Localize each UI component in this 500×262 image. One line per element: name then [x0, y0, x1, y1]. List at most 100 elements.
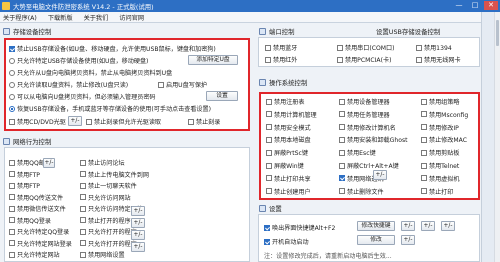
add-specific-usb-button[interactable]: 添加特定U盘 [188, 55, 238, 65]
os-option[interactable]: 屏蔽Win键 [266, 161, 304, 170]
storage-option-password[interactable]: 可以从电脑向U盘拷贝资料，但必须输入管理员密码 [9, 92, 156, 101]
change-hotkey-button[interactable]: 修改快捷键 [357, 221, 395, 231]
network-option[interactable]: 禁用网络设置 [80, 250, 125, 259]
storage-settings-button[interactable]: 设置 [206, 91, 238, 101]
checkbox[interactable] [266, 175, 272, 182]
checkbox[interactable] [266, 188, 272, 195]
checkbox[interactable] [339, 175, 345, 182]
network-option[interactable]: 只允许打开的程序 [80, 227, 137, 236]
checkbox[interactable] [80, 182, 86, 189]
os-option[interactable]: 禁用Telnet [421, 161, 459, 170]
minimize-button[interactable]: — [452, 1, 466, 10]
os-option[interactable]: 禁用设备管理器 [339, 97, 390, 106]
os-option[interactable]: 禁止创建用户 [266, 187, 311, 196]
checkbox[interactable] [421, 124, 427, 131]
menu-download[interactable]: 下载新版 [48, 13, 73, 22]
os-option[interactable]: 禁用安全模式 [266, 123, 311, 132]
os-option[interactable]: 禁用Msconfig [421, 110, 468, 119]
storage-option-copy-to-pc[interactable]: 只允许从U盘向电脑拷贝资料，禁止从电脑拷贝资料到U盘 [9, 68, 172, 77]
right-scroll-panel[interactable] [481, 12, 500, 262]
checkbox[interactable] [9, 228, 15, 235]
port-option[interactable]: 禁用PCMCIA(卡) [337, 55, 391, 64]
checkbox[interactable] [80, 217, 86, 223]
scrollbar[interactable] [494, 12, 500, 262]
checkbox[interactable] [421, 188, 427, 195]
port-option[interactable]: 禁用无线网卡 [416, 55, 461, 64]
storage-option-disable-usb[interactable]: 禁止USB存储设备(如U盘、移动硬盘，允许使用USB鼠标，键盘和加密狗) [9, 44, 216, 53]
storage-option-specific-usb[interactable]: 只允许特定USB存储设备使用(如U盘，移动硬盘) [9, 56, 148, 65]
checkbox[interactable] [9, 217, 15, 223]
checkbox[interactable] [9, 171, 15, 177]
network-option[interactable]: 禁止一切聊天软件 [80, 181, 137, 190]
os-option[interactable]: 禁用剪贴板 [421, 148, 459, 157]
os-option[interactable]: 禁用修改计算机名 [339, 123, 396, 132]
checkbox[interactable] [421, 136, 427, 143]
os-option[interactable]: 禁用组策略 [421, 97, 459, 106]
checkbox[interactable] [266, 162, 272, 169]
checkbox[interactable] [337, 44, 343, 51]
hotkey-option[interactable]: 唤出界面快捷键Alt+F2 [264, 223, 335, 232]
modify-button[interactable]: 修改 [357, 235, 395, 245]
checkbox[interactable] [9, 205, 15, 212]
network-option[interactable]: 禁止访问论坛 [80, 158, 125, 167]
network-option[interactable]: 只允许特定QQ登录 [9, 227, 69, 236]
checkbox[interactable] [339, 136, 345, 143]
os-option[interactable]: 禁用计算机管理 [266, 110, 317, 119]
checkbox[interactable] [421, 175, 427, 182]
radio[interactable] [9, 57, 15, 64]
checkbox[interactable] [80, 240, 86, 246]
checkbox[interactable] [266, 98, 272, 105]
checkbox[interactable] [80, 171, 86, 177]
port-option[interactable]: 禁用蓝牙 [265, 43, 297, 52]
checkbox[interactable] [265, 56, 271, 63]
checkbox[interactable] [337, 56, 343, 63]
checkbox[interactable] [421, 149, 427, 156]
os-option[interactable]: 禁止删除文件 [339, 187, 384, 196]
checkbox[interactable] [421, 98, 427, 105]
os-option[interactable]: 禁止修改MAC [421, 135, 467, 144]
checkbox[interactable] [421, 162, 427, 169]
plusminus-button[interactable]: +/- [373, 170, 387, 180]
menu-website[interactable]: 访问官网 [119, 13, 144, 22]
radio[interactable] [9, 93, 15, 100]
usb-write-protect-option[interactable]: 启用U盘写保护 [158, 80, 207, 89]
plusminus-button[interactable]: +/- [131, 242, 145, 252]
checkbox[interactable] [266, 111, 272, 118]
checkbox[interactable] [339, 111, 345, 118]
checkbox[interactable] [266, 149, 272, 156]
network-option[interactable]: 禁止打开的程序 [80, 216, 131, 225]
plusminus-button[interactable]: +/- [401, 221, 415, 231]
checkbox[interactable] [264, 238, 270, 245]
os-option[interactable]: 禁用修改IP [421, 123, 459, 132]
network-option[interactable]: 只允许访问网站 [80, 193, 131, 202]
checkbox[interactable] [339, 188, 345, 195]
storage-option-restore[interactable]: 恢复USB存储设备，手机或蓝牙等存储设备的使用(可手动点击查看设置) [9, 104, 211, 113]
close-button[interactable]: ✕ [484, 1, 498, 10]
checkbox[interactable] [416, 56, 422, 63]
checkbox[interactable] [86, 118, 92, 125]
network-option[interactable]: 只允许特定网站 [9, 250, 60, 259]
checkbox[interactable] [264, 224, 270, 231]
network-option[interactable]: 禁用QQ传送文件 [9, 193, 63, 202]
network-option[interactable]: 只允许打开的程序 [80, 239, 137, 248]
menu-about-us[interactable]: 关于我们 [84, 13, 109, 22]
checkbox[interactable] [9, 251, 15, 258]
os-option[interactable]: 禁用虚拟机 [421, 174, 459, 183]
plusminus-button[interactable]: +/- [131, 218, 145, 228]
autostart-option[interactable]: 开机自动启动 [264, 237, 309, 246]
os-option[interactable]: 禁用安装和卸载Ghost [339, 135, 408, 144]
checkbox[interactable] [9, 194, 15, 200]
cd-readonly-option[interactable]: 禁止刻录但允许光驱读取 [86, 117, 161, 126]
checkbox[interactable] [266, 124, 272, 131]
checkbox[interactable] [416, 44, 422, 51]
checkbox[interactable] [158, 81, 164, 88]
plusminus-button[interactable]: +/- [441, 221, 455, 231]
checkbox[interactable] [80, 228, 86, 235]
network-option[interactable]: 禁止上传电脑文件到网 [80, 170, 149, 179]
os-option[interactable]: 禁止打印共享 [266, 174, 311, 183]
checkbox[interactable] [80, 205, 86, 212]
checkbox[interactable] [339, 124, 345, 131]
os-option[interactable]: 屏蔽Ctrl+Alt+A键 [339, 161, 399, 170]
os-option[interactable]: 屏蔽PrtSc键 [266, 148, 308, 157]
checkbox[interactable] [265, 44, 271, 51]
